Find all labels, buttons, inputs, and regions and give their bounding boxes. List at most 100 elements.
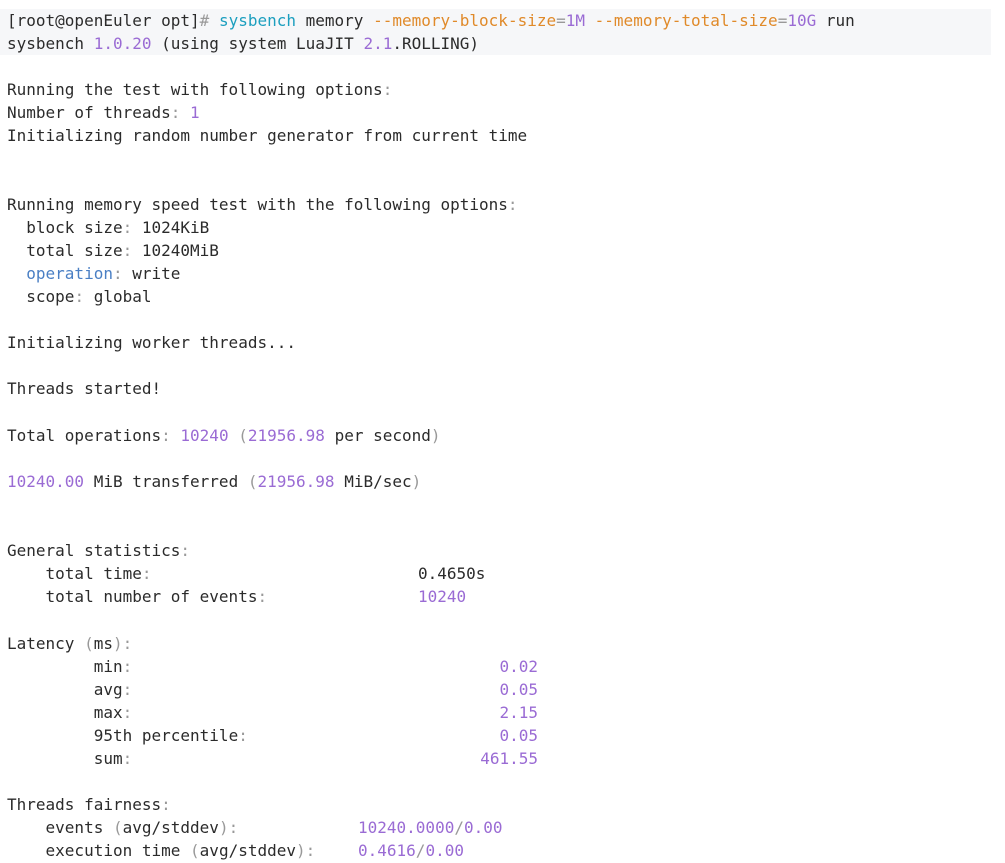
fairness-events-label: events (45, 818, 104, 837)
total-ops-label: Total operations (7, 426, 162, 445)
latency-row: min: (7, 655, 133, 678)
fairness-exec-line: execution time (avg/stddev): (7, 839, 316, 862)
latency-row: sum: (7, 747, 133, 770)
fairness-exec-label: execution time (45, 841, 181, 860)
latency-title-text: Latency (7, 634, 75, 653)
prompt-user-host: [root@openEuler opt] (7, 11, 200, 30)
per-second-label: per second (334, 426, 431, 445)
latency-row: 95th percentile: (7, 724, 248, 747)
latency-label: max (93, 703, 123, 722)
latency-unit: ms (93, 634, 113, 653)
total-operations-line: Total operations: 10240 (21956.98 per se… (7, 424, 441, 447)
per-second-value: 21956.98 (247, 426, 325, 445)
mib-sec-value: 21956.98 (257, 472, 335, 491)
command-subcommand: memory (305, 11, 364, 30)
colon: : (238, 726, 248, 745)
threads-started-line: Threads started! (7, 377, 161, 400)
transferred-line: 10240.00 MiB transferred (21956.98 MiB/s… (7, 470, 421, 493)
latency-value: 0.02 (499, 657, 538, 676)
latency-title: Latency (ms): (7, 632, 132, 655)
colon: : (122, 680, 133, 699)
latency-value: 0.05 (499, 680, 538, 699)
scope-label: scope (26, 287, 75, 306)
terminal-window[interactable]: [root@openEuler opt]# sysbench memory --… (0, 0, 1005, 863)
total-events-label: total number of events (45, 587, 258, 606)
fairness-events-avg: 10240.0000 (358, 818, 455, 837)
scope-line: scope: global (7, 285, 151, 308)
general-stats-title: General statistics: (7, 539, 190, 562)
slash: / (415, 841, 426, 860)
total-events-value: 10240 (418, 587, 467, 606)
option-total-size-name: --memory-total-size (594, 11, 778, 30)
paren-close: ) (296, 841, 306, 860)
latency-value: 2.15 (499, 703, 538, 722)
init-workers-line: Initializing worker threads... (7, 331, 296, 354)
version-number: 1.0.20 (93, 34, 152, 53)
paren-open: ( (238, 426, 248, 445)
paren-open: ( (112, 818, 123, 837)
mib-sec-label: MiB/sec (344, 472, 412, 491)
option-total-size-value: 10G (787, 11, 817, 30)
slash: / (454, 818, 464, 837)
colon: : (122, 218, 133, 237)
colon: : (161, 795, 171, 814)
colon: : (74, 287, 85, 306)
paren-close: ) (112, 634, 123, 653)
total-size-line: total size: 10240MiB (7, 239, 219, 262)
colon: : (228, 818, 239, 837)
block-size-label: block size (26, 218, 123, 237)
latency-value: 461.55 (480, 749, 538, 768)
colon: : (382, 80, 393, 99)
latency-value: 0.05 (499, 726, 538, 745)
colon: : (305, 841, 316, 860)
colon: : (507, 195, 518, 214)
colon: : (122, 749, 133, 768)
running-test-line: Running the test with following options: (7, 78, 392, 101)
init-rng-text: Initializing random number generator fro… (7, 126, 528, 145)
block-size-value: 1024KiB (141, 218, 210, 237)
option-total-size-eq: = (777, 11, 788, 30)
total-time-line: total time: (7, 562, 152, 585)
operation-line: operation: write (7, 262, 180, 285)
total-time-value: 0.4650s (418, 564, 486, 583)
fairness-events-line: events (avg/stddev): (7, 816, 239, 839)
latency-label: 95th percentile (93, 726, 239, 745)
total-size-label: total size (26, 241, 123, 260)
fairness-title-text: Threads fairness (7, 795, 162, 814)
paren-close: ) (411, 472, 422, 491)
version-line: sysbench 1.0.20 (using system LuaJIT 2.1… (7, 32, 479, 55)
fairness-exec-avg: 0.4616 (358, 841, 416, 860)
memory-options-title-text: Running memory speed test with the follo… (7, 195, 508, 214)
command-action: run (825, 11, 855, 30)
fairness-title: Threads fairness: (7, 793, 171, 816)
block-size-line: block size: 1024KiB (7, 216, 209, 239)
init-workers-text: Initializing worker threads... (7, 333, 296, 352)
latency-row: avg: (7, 678, 133, 701)
version-rest: .ROLLING) (392, 34, 480, 53)
colon: : (180, 541, 191, 560)
colon: : (122, 657, 133, 676)
colon: : (122, 634, 133, 653)
total-time-label: total time (45, 564, 142, 583)
version-open: (using system LuaJIT (161, 34, 354, 53)
total-size-value: 10240MiB (141, 241, 219, 260)
operation-value: write (132, 264, 181, 283)
option-block-size-value: 1M (565, 11, 586, 30)
option-block-size-eq: = (556, 11, 566, 30)
fairness-exec-stddev: 0.00 (425, 841, 464, 860)
option-block-size-name: --memory-block-size (373, 11, 557, 30)
latency-row: max: (7, 701, 133, 724)
command-name: sysbench (218, 11, 296, 30)
colon: : (112, 264, 123, 283)
paren-close: ) (430, 426, 441, 445)
latency-label: sum (93, 749, 123, 768)
colon: : (161, 426, 171, 445)
transferred-label: MiB transferred (93, 472, 239, 491)
fairness-events-value: 10240.0000/0.00 (358, 816, 503, 839)
threads-label: Number of threads (7, 103, 171, 122)
command-line: [root@openEuler opt]# sysbench memory --… (7, 9, 855, 32)
colon: : (257, 587, 268, 606)
threads-value: 1 (190, 103, 200, 122)
paren-close: ) (218, 818, 229, 837)
fairness-exec-value: 0.4616/0.00 (358, 839, 464, 862)
